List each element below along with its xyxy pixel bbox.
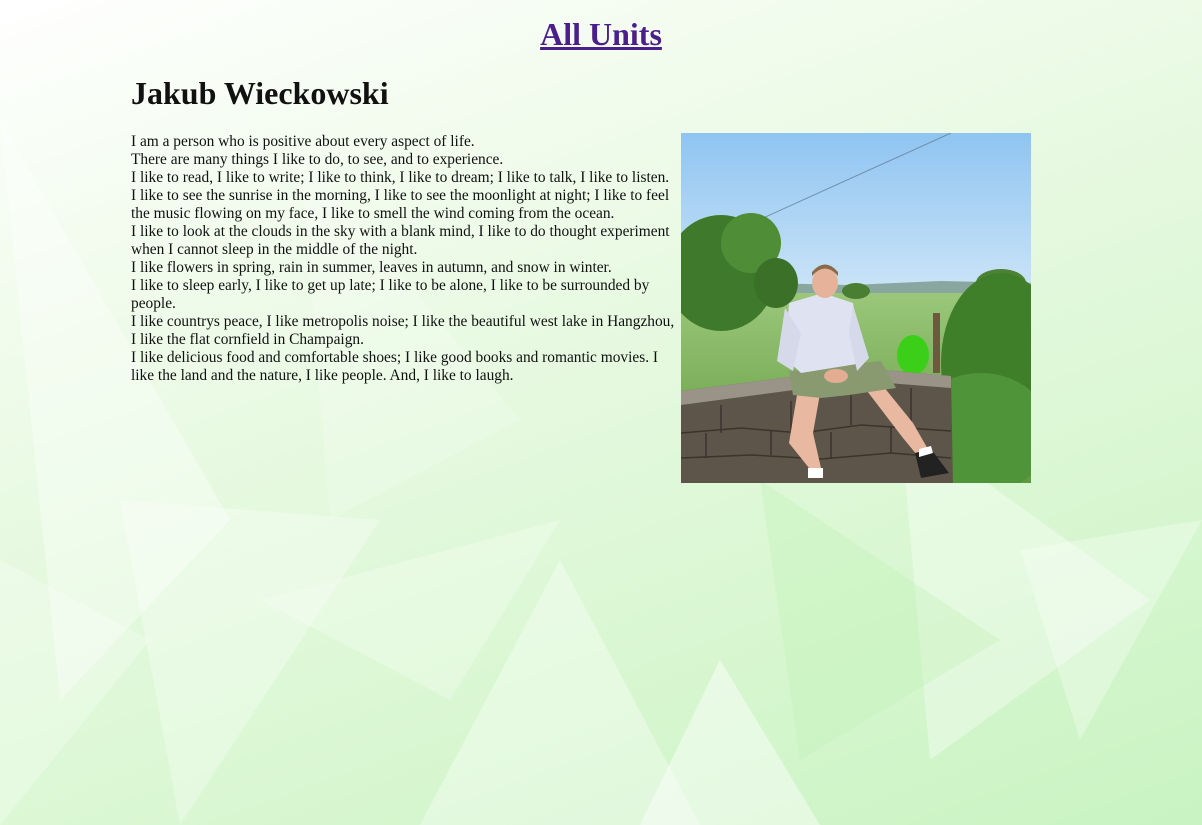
bio-text: I am a person who is positive about ever…	[131, 133, 683, 385]
profile-name: Jakub Wieckowski	[131, 75, 389, 111]
bio-line: I like to sleep early, I like to get up …	[131, 277, 650, 312]
bio-line: I am a person who is positive about ever…	[131, 133, 475, 150]
bio-line: I like countrys peace, I like metropolis…	[131, 313, 675, 348]
bio-line: I like to look at the clouds in the sky …	[131, 223, 670, 258]
bio-line: I like to read, I like to write; I like …	[131, 169, 670, 186]
all-units-link[interactable]: All Units	[540, 16, 662, 52]
bio-line: I like flowers in spring, rain in summer…	[131, 259, 612, 276]
profile-photo	[681, 133, 1031, 483]
bio-line: I like delicious food and comfortable sh…	[131, 349, 659, 384]
bio-line: There are many things I like to do, to s…	[131, 151, 504, 168]
all-units-nav: All Units	[0, 0, 1202, 56]
bio-line: I like to see the sunrise in the morning…	[131, 187, 670, 222]
